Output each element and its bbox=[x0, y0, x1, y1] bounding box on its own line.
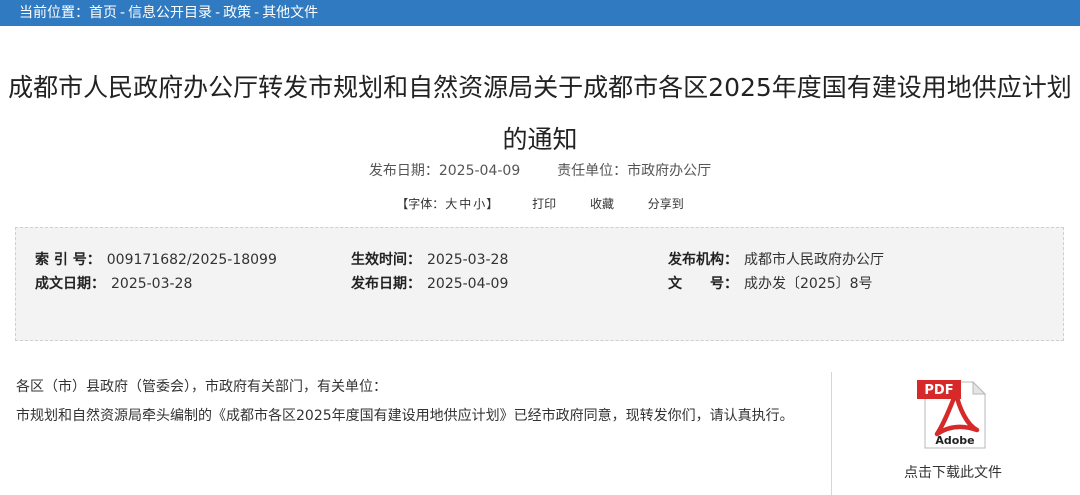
issuing-agency: 发布机构： 成都市人民政府办公厅 bbox=[668, 250, 884, 270]
info-publish-date: 发布日期： 2025-04-09 bbox=[351, 274, 508, 294]
breadcrumb-item-info-catalog[interactable]: 信息公开目录 bbox=[128, 5, 212, 21]
font-size-small-button[interactable]: 小 bbox=[473, 197, 485, 211]
responsible-unit-label: 责任单位： bbox=[557, 163, 628, 179]
index-number-value: 009171682/2025-18099 bbox=[106, 252, 277, 268]
breadcrumb-separator: - bbox=[254, 5, 260, 21]
written-date-label: 成文日期： bbox=[35, 276, 105, 292]
breadcrumb-bar: 当前位置：首页 - 信息公开目录 - 政策 - 其他文件 bbox=[0, 0, 1080, 26]
divider bbox=[831, 372, 832, 495]
breadcrumb-separator: - bbox=[215, 5, 221, 21]
publish-date: 2025-04-09 bbox=[438, 163, 521, 179]
pdf-badge-text: PDF bbox=[924, 383, 953, 398]
responsible-unit: 市政府办公厅 bbox=[627, 163, 712, 179]
page-title: 成都市人民政府办公厅转发市规划和自然资源局关于成都市各区2025年度国有建设用地… bbox=[0, 62, 1080, 166]
document-number: 文 号： 成办发〔2025〕8号 bbox=[668, 274, 873, 294]
written-date-value: 2025-03-28 bbox=[111, 276, 193, 292]
breadcrumb: 当前位置：首页 - 信息公开目录 - 政策 - 其他文件 bbox=[19, 0, 318, 26]
info-publish-date-label: 发布日期： bbox=[351, 276, 421, 292]
effective-date-label: 生效时间： bbox=[351, 252, 421, 268]
issuing-agency-value: 成都市人民政府办公厅 bbox=[744, 252, 884, 268]
body-paragraph: 各区（市）县政府（管委会），市政府有关部门，有关单位： bbox=[16, 379, 387, 395]
effective-date-value: 2025-03-28 bbox=[427, 252, 509, 268]
article-body: 各区（市）县政府（管委会），市政府有关部门，有关单位： 市规划和自然资源局牵头编… bbox=[16, 376, 816, 434]
page-title-line1: 成都市人民政府办公厅转发市规划和自然资源局关于成都市各区2025年度国有建设用地… bbox=[8, 73, 1072, 102]
breadcrumb-item-home[interactable]: 首页 bbox=[89, 5, 117, 21]
font-size-medium-button[interactable]: 中 bbox=[459, 197, 471, 211]
article-meta: 发布日期：2025-04-09 责任单位：市政府办公厅 bbox=[0, 160, 1080, 182]
info-publish-date-value: 2025-04-09 bbox=[427, 276, 509, 292]
page-title-line2: 的通知 bbox=[502, 125, 578, 154]
pdf-file-icon[interactable]: PDF Adobe bbox=[915, 378, 991, 450]
written-date: 成文日期： 2025-03-28 bbox=[35, 274, 192, 294]
breadcrumb-item-policy[interactable]: 政策 bbox=[223, 5, 251, 21]
effective-date: 生效时间： 2025-03-28 bbox=[351, 250, 508, 270]
document-number-label: 文 号： bbox=[668, 276, 738, 292]
document-info-box: 索 引 号： 009171682/2025-18099 生效时间： 2025-03-… bbox=[15, 227, 1064, 341]
font-size-close: 】 bbox=[486, 197, 499, 211]
adobe-brand-text: Adobe bbox=[935, 434, 974, 447]
index-number: 索 引 号： 009171682/2025-18099 bbox=[35, 250, 277, 270]
pdf-download-link[interactable]: PDF Adobe 点击下载此文件 bbox=[880, 378, 1026, 482]
issuing-agency-label: 发布机构： bbox=[668, 252, 738, 268]
breadcrumb-item-other-files[interactable]: 其他文件 bbox=[262, 5, 318, 21]
font-size-large-button[interactable]: 大 bbox=[445, 197, 457, 211]
breadcrumb-prefix: 当前位置： bbox=[19, 5, 89, 21]
font-size-open: 【字体： bbox=[396, 197, 445, 211]
index-number-label: 索 引 号： bbox=[35, 252, 101, 268]
body-paragraph: 市规划和自然资源局牵头编制的《成都市各区2025年度国有建设用地供应计划》已经市… bbox=[16, 408, 794, 424]
document-number-value: 成办发〔2025〕8号 bbox=[744, 276, 873, 292]
pdf-download-label[interactable]: 点击下载此文件 bbox=[880, 462, 1026, 482]
print-button[interactable]: 打印 bbox=[532, 197, 556, 211]
favorite-button[interactable]: 收藏 bbox=[590, 197, 614, 211]
article-toolbar: 【字体：大中小】 打印 收藏 分享到 bbox=[0, 194, 1080, 214]
share-button[interactable]: 分享到 bbox=[648, 197, 684, 211]
breadcrumb-separator: - bbox=[120, 5, 126, 21]
publish-date-label: 发布日期： bbox=[368, 163, 439, 179]
